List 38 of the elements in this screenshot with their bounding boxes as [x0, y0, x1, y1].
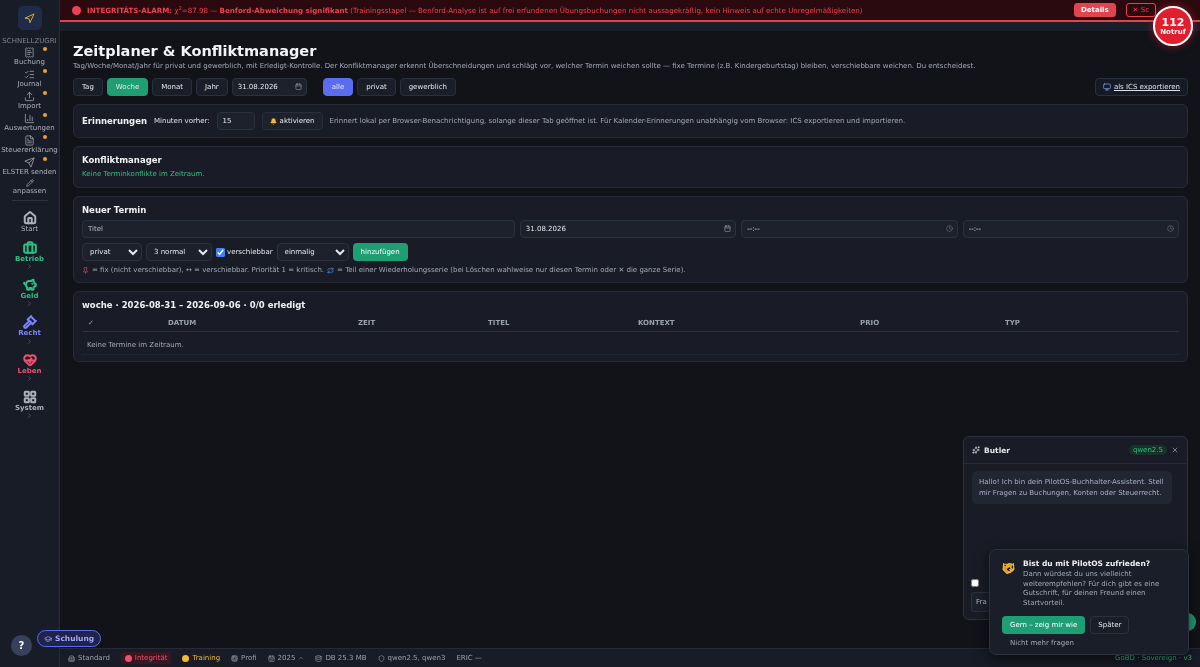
app-logo[interactable] — [17, 6, 42, 30]
upload-icon — [24, 91, 35, 103]
chevron-icon — [26, 300, 33, 308]
section-title: Konfliktmanager — [82, 155, 163, 165]
section-title: Erinnerungen — [82, 116, 147, 126]
pin-icon — [82, 266, 89, 274]
send-icon — [24, 157, 35, 169]
calendar-icon — [724, 225, 732, 232]
building-icon — [68, 654, 75, 662]
chevron-icon — [26, 263, 33, 271]
movable-checkbox[interactable] — [216, 247, 225, 257]
page-title: Zeitplaner & Konfliktmanager — [73, 43, 318, 59]
chart-icon — [24, 113, 35, 125]
database-icon — [315, 654, 323, 662]
list-icon — [24, 69, 35, 81]
sparkle-icon — [972, 446, 980, 454]
compass-icon — [24, 12, 35, 24]
chevron-icon — [26, 374, 33, 382]
calendar-icon — [294, 83, 302, 90]
calendar-icon — [267, 654, 275, 662]
chevron-icon — [26, 337, 33, 345]
table-title: woche · 2026-08-31 – 2026-09-06 · 0/0 erledigt — [82, 300, 307, 310]
repeat-icon — [327, 266, 335, 274]
document-icon — [24, 135, 35, 147]
caret-icon — [298, 655, 305, 661]
receipt-icon — [24, 47, 35, 58]
clock-icon — [945, 225, 953, 232]
section-title: Neuer Termin — [82, 205, 148, 215]
close-icon[interactable] — [1171, 446, 1179, 454]
graduation-cap-icon — [44, 634, 52, 643]
chevron-icon — [26, 411, 33, 419]
clock-icon — [1167, 225, 1174, 232]
bell-icon — [269, 117, 277, 125]
pencil-icon — [25, 179, 34, 188]
monitor-icon — [1102, 83, 1111, 91]
alert-icon — [72, 5, 81, 15]
option-checkbox[interactable] — [971, 579, 979, 587]
shield-icon — [377, 654, 385, 662]
